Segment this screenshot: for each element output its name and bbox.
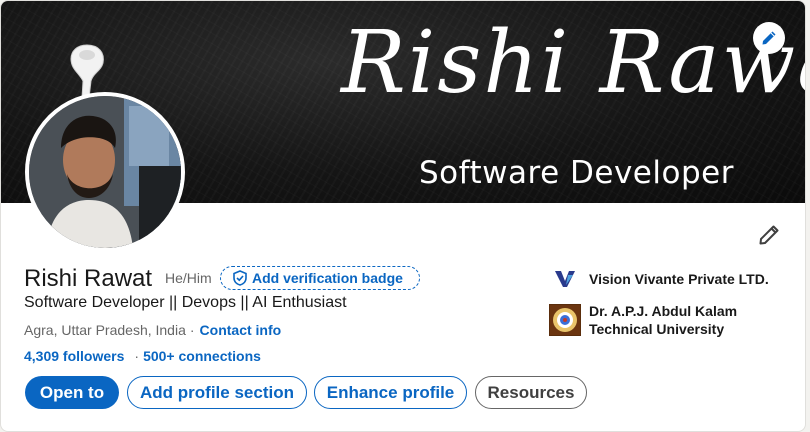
profile-name: Rishi Rawat (24, 265, 153, 292)
enhance-profile-button[interactable]: Enhance profile (314, 376, 467, 409)
current-company[interactable]: Vision Vivante Private LTD. (549, 267, 769, 291)
location-separator: · (189, 322, 195, 338)
connections-link[interactable]: 500+ connections (143, 348, 261, 364)
pronouns: He/Him (165, 270, 212, 286)
company-name: Vision Vivante Private LTD. (589, 271, 769, 287)
school-name-line1: Dr. A.P.J. Abdul Kalam (589, 303, 738, 319)
contact-info-link[interactable]: Contact info (200, 322, 282, 338)
profile-photo (29, 96, 181, 248)
open-to-button[interactable]: Open to (25, 376, 119, 409)
add-verification-badge-button[interactable]: Add verification badge (220, 266, 420, 290)
profile-headline: Software Developer || Devops || AI Enthu… (24, 294, 347, 311)
pencil-icon (759, 225, 779, 245)
banner-edit-button[interactable] (753, 22, 785, 54)
stats-separator: · (134, 348, 140, 364)
banner-script-name: Rishi Rawat (341, 13, 805, 113)
location-line: Agra, Uttar Pradesh, India · Contact info (24, 321, 281, 339)
resources-button[interactable]: Resources (475, 376, 587, 409)
profile-edit-button[interactable] (755, 221, 783, 249)
school-name-line2: Technical University (589, 321, 725, 337)
add-profile-section-button[interactable]: Add profile section (127, 376, 307, 409)
profile-card: Rishi Rawat Software Developer Rishi Raw… (0, 0, 806, 432)
location-text: Agra, Uttar Pradesh, India (24, 322, 186, 338)
shield-check-icon (233, 270, 247, 286)
university-seal-logo (549, 304, 581, 336)
verification-label: Add verification badge (252, 270, 403, 286)
school-name: Dr. A.P.J. Abdul Kalam Technical Univers… (589, 302, 737, 338)
followers-link[interactable]: 4,309 followers (24, 348, 124, 364)
pencil-icon (762, 31, 776, 45)
avatar[interactable] (25, 92, 185, 252)
vision-vivante-logo (549, 267, 581, 291)
education-school[interactable]: Dr. A.P.J. Abdul Kalam Technical Univers… (549, 302, 737, 338)
banner-subtitle: Software Developer (419, 155, 734, 191)
network-stats: 4,309 followers · 500+ connections (24, 347, 261, 365)
